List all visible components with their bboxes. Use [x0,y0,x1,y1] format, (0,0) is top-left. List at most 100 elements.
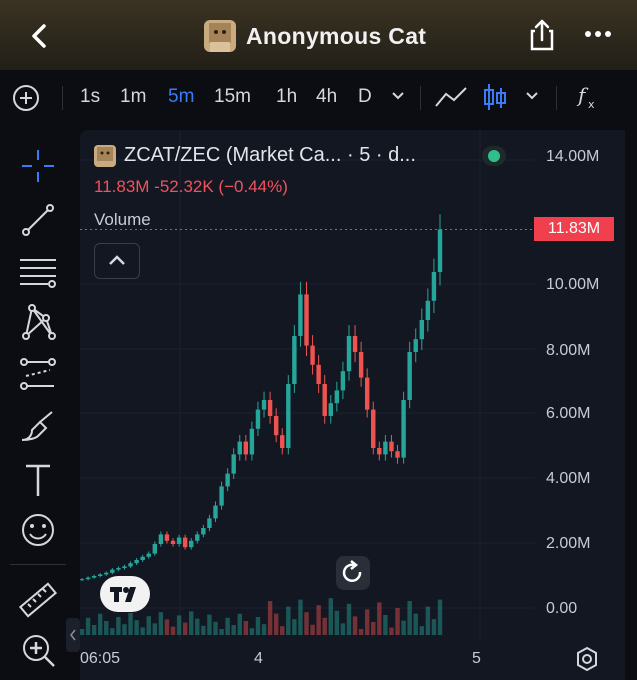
volume-bar [383,615,388,635]
volume-bar [158,612,164,635]
candle [334,390,340,404]
drawing-toolbar [0,130,76,680]
candle [407,352,412,400]
trend-line-icon[interactable] [18,200,58,240]
volume-bar [104,621,109,635]
candle [207,518,212,528]
chevron-down-icon[interactable] [390,88,406,104]
candle [364,377,370,410]
y-tick: 14.00M [546,148,600,165]
volume-bar [334,610,340,635]
volume-bar [419,626,424,635]
interval-15m[interactable]: 15m [214,86,251,108]
candle [431,272,437,301]
interval-D[interactable]: D [358,86,372,108]
candle [243,441,249,455]
brush-icon[interactable] [18,406,58,446]
volume-bar [225,617,230,635]
chevron-down-icon[interactable] [524,88,540,104]
emoji-icon[interactable] [18,510,58,550]
share-icon[interactable] [526,18,558,52]
volume-bar [116,617,121,635]
candle [255,409,261,429]
candle [134,560,139,564]
candle [164,534,170,541]
divider [556,86,557,110]
candle [237,441,242,455]
last-price-tag: 11.83M [534,217,614,242]
price-chart[interactable] [80,130,625,680]
volume-bar [201,625,206,635]
candle [377,448,382,455]
chart-legend[interactable]: ZCAT/ZEC (Market Ca... · 5 · d... [94,144,416,167]
volume-bar [280,626,285,635]
ruler-icon[interactable] [18,580,58,620]
volume-bar [128,613,133,635]
candle [286,384,291,448]
volume-bar [170,626,176,635]
interval-1h[interactable]: 1h [276,86,297,108]
candle [189,540,194,548]
fx-icon[interactable]: fx [576,82,602,112]
market-status-icon [482,146,506,166]
line-chart-icon[interactable] [434,84,468,110]
volume-bar [255,617,261,635]
volume-bar [407,601,412,635]
volume-bar [371,622,376,635]
candlestick-icon[interactable] [482,82,508,112]
volume-bar [395,608,400,635]
tradingview-logo[interactable] [100,576,150,612]
candle [158,534,164,544]
candle [122,566,127,568]
interval-5m[interactable]: 5m [168,86,194,108]
volume-bar [85,617,91,635]
candle [395,451,400,458]
volume-bar [213,621,218,635]
volume-bar [98,613,103,635]
volume-bar [273,613,279,635]
settings-icon[interactable] [574,646,600,672]
volume-bar [431,619,437,635]
volume-bar [261,624,267,635]
text-icon[interactable] [18,460,58,500]
volume-bar [413,613,418,635]
forecast-icon[interactable] [18,354,58,394]
volume-bar [401,620,406,635]
candle [310,345,315,365]
volume-bar [286,606,291,635]
volume-bar [231,625,236,635]
back-icon[interactable] [24,20,56,52]
more-dots-icon[interactable] [582,22,614,46]
volume-bar [134,620,139,635]
y-tick: 0.00 [546,600,578,617]
candle [213,505,218,519]
zoom-in-icon[interactable] [18,630,58,670]
fib-lines-icon[interactable] [18,252,58,292]
candle [383,441,388,455]
interval-1m[interactable]: 1m [120,86,146,108]
candle [152,544,158,554]
volume-bar [237,613,242,635]
collapse-indicators-button[interactable] [94,243,140,279]
candle [352,336,358,352]
price-change-label: 11.83M -52.32K (−0.44%) [94,177,288,196]
candle [280,435,285,448]
plus-circle-icon[interactable] [12,84,40,112]
candle [358,352,364,378]
candle [328,403,333,416]
candle [425,300,431,320]
divider [10,564,66,565]
candle [304,294,309,346]
title-group[interactable]: Anonymous Cat [204,16,426,56]
interval-4h[interactable]: 4h [316,86,337,108]
cat-avatar [94,144,116,167]
candle [292,336,297,384]
volume-bar [91,625,97,635]
interval-1s[interactable]: 1s [80,86,100,108]
pattern-icon[interactable] [18,302,58,342]
collapse-sidebar-handle[interactable] [66,618,80,652]
candle [267,400,273,416]
candle [140,556,145,560]
crosshair-icon[interactable] [18,146,58,186]
reset-chart-icon[interactable] [336,556,370,590]
